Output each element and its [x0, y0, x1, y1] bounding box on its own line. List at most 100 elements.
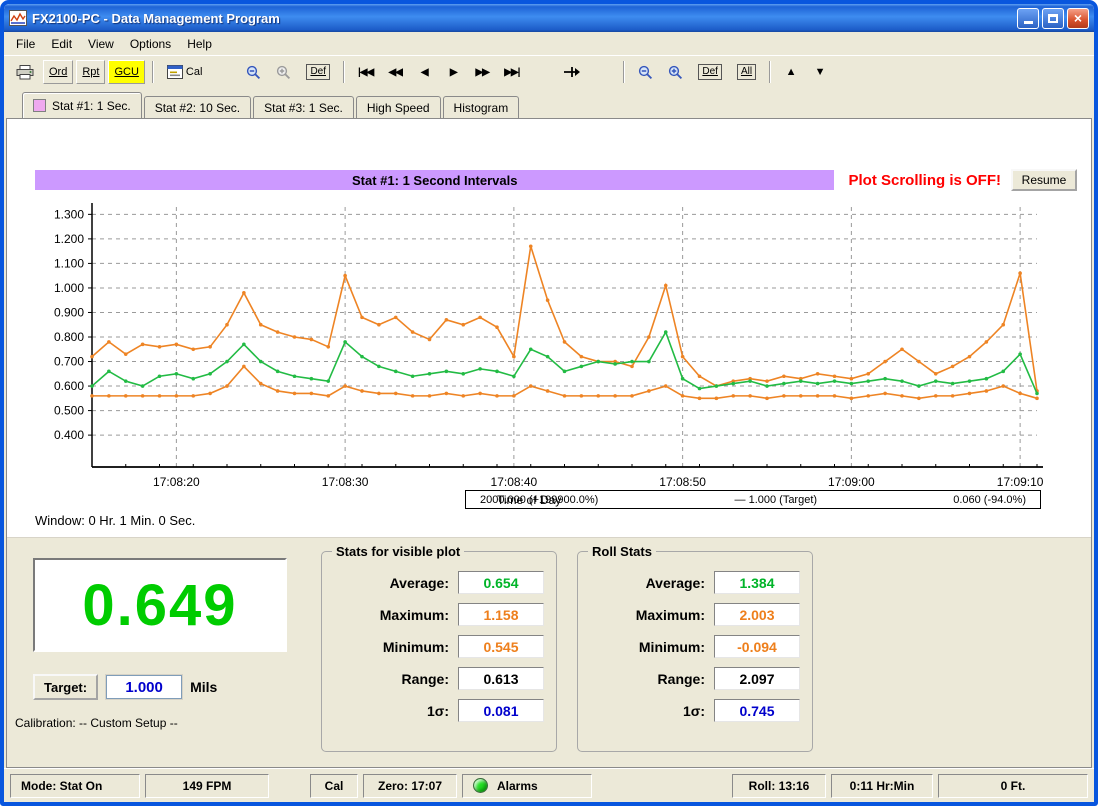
svg-text:17:08:50: 17:08:50	[659, 475, 706, 489]
scale-up-button[interactable]: ▲	[778, 60, 804, 84]
plot-page: Stat #1: 1 Second Intervals Plot Scrolli…	[6, 118, 1092, 768]
current-value: 0.649	[82, 572, 237, 639]
roll-average-value: 1.384	[714, 571, 800, 594]
menu-options[interactable]: Options	[122, 34, 179, 54]
tab-histogram[interactable]: Histogram	[443, 96, 520, 118]
svg-text:17:09:10: 17:09:10	[997, 475, 1044, 489]
zoom-out-icon	[638, 65, 653, 80]
scale-all-button[interactable]: All	[731, 60, 762, 84]
step-forward-icon: ▶	[450, 67, 457, 78]
status-speed: 149 FPM	[145, 774, 269, 798]
scale-default-button[interactable]: Def	[692, 60, 728, 84]
plot-header: Stat #1: 1 Second Intervals Plot Scrolli…	[35, 169, 1077, 191]
status-elapsed: 0:11 Hr:Min	[831, 774, 933, 798]
stat-row: Minimum: -0.094	[584, 635, 800, 658]
svg-text:0.600: 0.600	[54, 379, 84, 393]
tab-highspeed[interactable]: High Speed	[356, 96, 441, 118]
alarm-status-light-icon	[473, 778, 488, 793]
app-icon	[9, 10, 27, 26]
nav-fast-back-button[interactable]: ◀◀	[382, 60, 408, 84]
visible-average-value: 0.654	[458, 571, 544, 594]
tab-stat3[interactable]: Stat #3: 1 Sec.	[253, 96, 354, 118]
maximize-button[interactable]	[1042, 8, 1064, 29]
svg-text:1.100: 1.100	[54, 256, 84, 270]
cal-setup-button[interactable]: Cal	[161, 60, 209, 84]
minimize-button[interactable]	[1017, 8, 1039, 29]
current-value-display: 0.649	[33, 558, 287, 652]
yaxis-zoom-in-button[interactable]	[662, 60, 689, 84]
yaxis-zoom-out-button[interactable]	[632, 60, 659, 84]
menu-edit[interactable]: Edit	[43, 34, 80, 54]
status-cal: Cal	[310, 774, 358, 798]
visible-maximum-value: 1.158	[458, 603, 544, 626]
toolbar-separator	[623, 61, 625, 83]
menu-help[interactable]: Help	[179, 34, 220, 54]
stats-area: 0.649 Target: 1.000 Mils Calibration: --…	[7, 537, 1091, 767]
resume-button[interactable]: Resume	[1011, 169, 1077, 191]
nav-back-button[interactable]: ◀	[411, 60, 437, 84]
zoom-in-icon	[668, 65, 683, 80]
nav-last-button[interactable]: ▶▶|	[498, 60, 525, 84]
target-button[interactable]: Target:	[33, 674, 98, 700]
roll-stats-title: Roll Stats	[588, 544, 656, 559]
visible-range-value: 0.613	[458, 667, 544, 690]
status-zero: Zero: 17:07	[363, 774, 457, 798]
stat-row: Minimum: 0.545	[328, 635, 544, 658]
tab-stat1[interactable]: Stat #1: 1 Sec.	[22, 92, 142, 118]
tab-color-swatch-icon	[33, 99, 46, 112]
svg-text:17:08:20: 17:08:20	[153, 475, 200, 489]
menu-view[interactable]: View	[80, 34, 122, 54]
stat-row: Range: 0.613	[328, 667, 544, 690]
printer-icon	[16, 65, 34, 80]
status-roll: Roll: 13:16	[732, 774, 826, 798]
nav-forward-button[interactable]: ▶	[440, 60, 466, 84]
svg-text:0.500: 0.500	[54, 404, 84, 418]
units-label: Mils	[190, 679, 217, 695]
svg-text:0.700: 0.700	[54, 355, 84, 369]
nav-first-button[interactable]: |◀◀	[352, 60, 379, 84]
skip-to-start-icon: |◀◀	[358, 67, 373, 78]
visible-stats-group: Stats for visible plot Average: 0.654 Ma…	[321, 544, 557, 752]
stat-row: Average: 1.384	[584, 571, 800, 594]
visible-stats-title: Stats for visible plot	[332, 544, 464, 559]
window-span-label: Window: 0 Hr. 1 Min. 0 Sec.	[35, 513, 195, 528]
calibration-label: Calibration: -- Custom Setup --	[15, 716, 178, 730]
menu-bar: File Edit View Options Help	[4, 32, 1094, 56]
rpt-button[interactable]: Rpt	[76, 60, 105, 84]
svg-text:17:08:40: 17:08:40	[491, 475, 538, 489]
svg-text:1.300: 1.300	[54, 207, 84, 221]
go-to-latest-button[interactable]	[557, 60, 587, 84]
menu-file[interactable]: File	[8, 34, 43, 54]
plot-zoom-in-button[interactable]	[270, 60, 297, 84]
gcu-button[interactable]: GCU	[108, 60, 144, 84]
plot-zoom-out-button[interactable]	[240, 60, 267, 84]
title-bar[interactable]: FX2100-PC - Data Management Program ×	[4, 4, 1094, 32]
svg-text:17:09:00: 17:09:00	[828, 475, 875, 489]
svg-text:0.400: 0.400	[54, 428, 84, 442]
plot-title: Stat #1: 1 Second Intervals	[35, 170, 834, 190]
zoom-out-icon	[246, 65, 261, 80]
svg-text:1.000: 1.000	[54, 281, 84, 295]
roll-minimum-value: -0.094	[714, 635, 800, 658]
print-button[interactable]	[10, 60, 40, 84]
zoom-in-disabled-icon	[276, 65, 291, 80]
ord-button[interactable]: Ord	[43, 60, 73, 84]
window-title: FX2100-PC - Data Management Program	[32, 11, 1014, 26]
fast-back-icon: ◀◀	[388, 67, 401, 78]
status-length: 0 Ft.	[938, 774, 1088, 798]
tab-stat2[interactable]: Stat #2: 10 Sec.	[144, 96, 251, 118]
toolbar-separator	[152, 61, 154, 83]
stat-row: 1σ: 0.745	[584, 699, 800, 722]
stat-row: Range: 2.097	[584, 667, 800, 690]
nav-fast-forward-button[interactable]: ▶▶	[469, 60, 495, 84]
down-arrow-icon: ▼	[815, 66, 826, 78]
toolbar-separator	[769, 61, 771, 83]
visible-minimum-value: 0.545	[458, 635, 544, 658]
trend-chart[interactable]: 17:08:2017:08:3017:08:4017:08:5017:09:00…	[37, 195, 1047, 495]
zoom-default-button[interactable]: Def	[300, 60, 336, 84]
target-value-field[interactable]: 1.000	[106, 675, 182, 699]
stat-row: Maximum: 2.003	[584, 603, 800, 626]
svg-text:0.900: 0.900	[54, 305, 84, 319]
close-button[interactable]: ×	[1067, 8, 1089, 29]
scale-down-button[interactable]: ▼	[807, 60, 833, 84]
